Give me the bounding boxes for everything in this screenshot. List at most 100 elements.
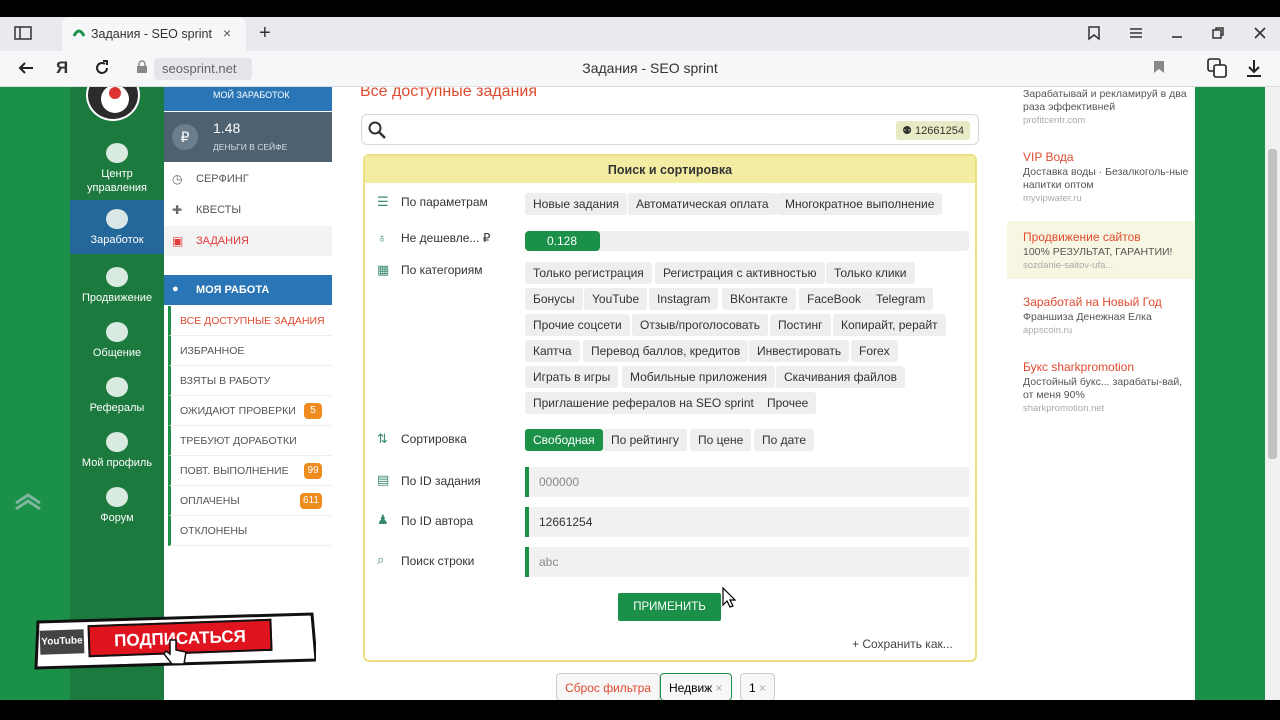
nav-chat[interactable]: Общение bbox=[70, 318, 164, 368]
remove-filter-icon[interactable]: × bbox=[759, 681, 766, 695]
ad-title: VIP Вода bbox=[1023, 150, 1074, 164]
chip-category[interactable]: Мобильные приложения bbox=[622, 366, 775, 388]
author-id-input[interactable]: 12661254 bbox=[525, 507, 969, 537]
menu-item-quests[interactable]: ✚ КВЕСТЫ bbox=[164, 195, 332, 225]
youtube-subscribe-overlay[interactable]: YouTube ПОДПИСАТЬСЯ bbox=[34, 612, 316, 670]
sort-rating[interactable]: По рейтингу bbox=[603, 429, 687, 451]
nav-profile[interactable]: Мой профиль bbox=[70, 428, 164, 478]
chip-category[interactable]: Только регистрация bbox=[525, 262, 652, 284]
sub-item-rejected[interactable]: ОТКЛОНЕНЫ bbox=[168, 516, 332, 546]
apply-button[interactable]: ПРИМЕНИТЬ bbox=[618, 593, 721, 621]
chip-category[interactable]: Инвестировать bbox=[749, 340, 850, 362]
save-as-link[interactable]: + Сохранить как... bbox=[852, 637, 953, 651]
chip-category[interactable]: Скачивания файлов bbox=[776, 366, 906, 388]
chip-category[interactable]: Играть в игры bbox=[525, 366, 619, 388]
close-window-icon[interactable] bbox=[1252, 25, 1268, 46]
price-slider-fill[interactable]: 0.128 bbox=[525, 231, 600, 251]
new-tab-icon[interactable]: + bbox=[259, 22, 271, 45]
my-earnings-bar[interactable]: МОЙ ЗАРАБОТОК bbox=[164, 87, 332, 111]
collapse-chevron-icon[interactable] bbox=[14, 489, 42, 513]
ad-url: appscoin.ru bbox=[1023, 325, 1073, 336]
chip-category[interactable]: ВКонтакте bbox=[722, 288, 796, 310]
chip-multiple[interactable]: Многократное выполнение bbox=[777, 193, 943, 215]
chip-category[interactable]: Telegram bbox=[868, 288, 934, 310]
reload-icon[interactable] bbox=[93, 59, 111, 82]
chip-category[interactable]: Прочее bbox=[759, 392, 817, 414]
sub-item-repeat[interactable]: ПОВТ. ВЫПОЛНЕНИЕ 99 bbox=[168, 456, 332, 486]
sort-free[interactable]: Свободная bbox=[525, 429, 603, 451]
my-work-label: МОЯ РАБОТА bbox=[196, 284, 270, 296]
nav-control-center[interactable]: Центр управления bbox=[70, 139, 164, 194]
chip-new-tasks[interactable]: Новые задания bbox=[525, 193, 628, 215]
price-slider[interactable]: 0.128 bbox=[525, 231, 969, 251]
task-search-bar[interactable]: ⚉ 12661254 bbox=[361, 114, 979, 145]
ad-block[interactable]: Букс sharkpromotion Достойный букс... за… bbox=[1023, 361, 1189, 415]
referrals-icon bbox=[106, 377, 128, 397]
sub-item-paid[interactable]: ОПЛАЧЕНЫ 611 bbox=[168, 486, 332, 516]
chip-category[interactable]: FaceBook bbox=[799, 288, 870, 310]
sub-item-all-tasks[interactable]: ВСЕ ДОСТУПНЫЕ ЗАДАНИЯ bbox=[168, 306, 332, 336]
sort-date[interactable]: По дате bbox=[754, 429, 815, 451]
task-id-input[interactable]: 000000 bbox=[525, 467, 969, 497]
sub-item-awaiting-check[interactable]: ОЖИДАЮТ ПРОВЕРКИ 5 bbox=[168, 396, 332, 426]
sub-item-needs-rework[interactable]: ТРЕБУЮТ ДОРАБОТКИ bbox=[168, 426, 332, 456]
restore-icon[interactable] bbox=[1210, 25, 1226, 46]
user-id-badge[interactable]: ⚉ 12661254 bbox=[896, 121, 970, 140]
yandex-icon[interactable]: Я bbox=[56, 58, 68, 78]
chip-category[interactable]: Постинг bbox=[770, 314, 831, 336]
chip-category[interactable]: Каптча bbox=[525, 340, 580, 362]
chip-category[interactable]: Прочие соцсети bbox=[525, 314, 630, 336]
menu-icon[interactable] bbox=[1128, 25, 1144, 46]
sub-item-in-progress[interactable]: ВЗЯТЫ В РАБОТУ bbox=[168, 366, 332, 396]
minimize-icon[interactable] bbox=[1169, 25, 1185, 46]
scrollbar-thumb[interactable] bbox=[1268, 149, 1277, 459]
control-center-icon bbox=[106, 143, 128, 163]
nav-referrals[interactable]: Рефералы bbox=[70, 373, 164, 423]
browser-tab[interactable]: Задания - SEO sprint × bbox=[62, 17, 246, 51]
chip-category[interactable]: Перевод баллов, кредитов bbox=[583, 340, 749, 362]
chip-category[interactable]: YouTube bbox=[584, 288, 648, 310]
lock-icon[interactable] bbox=[136, 60, 148, 79]
url-field[interactable]: seosprint.net bbox=[154, 58, 252, 80]
download-icon[interactable] bbox=[1245, 58, 1263, 83]
back-icon[interactable] bbox=[17, 59, 35, 82]
ad-block[interactable]: Заработай на Новый Год Франшиза Денежная… bbox=[1023, 296, 1189, 337]
nav-promotion[interactable]: Продвижение bbox=[70, 263, 164, 313]
menu-item-tasks[interactable]: ▣ ЗАДАНИЯ bbox=[164, 226, 332, 256]
ad-block[interactable]: Продвижение сайтов 100% РЕЗУЛЬТАТ, ГАРАН… bbox=[1023, 231, 1189, 272]
briefcase-icon: ▣ bbox=[172, 234, 184, 248]
sidebar-toggle-icon[interactable] bbox=[14, 25, 32, 46]
chip-category[interactable]: Копирайт, рерайт bbox=[833, 314, 946, 336]
close-tab-icon[interactable]: × bbox=[223, 25, 231, 41]
string-search-input[interactable]: abc bbox=[525, 547, 969, 577]
sub-item-favorites[interactable]: ИЗБРАННОЕ bbox=[168, 336, 332, 366]
page-scrollbar[interactable] bbox=[1265, 87, 1280, 700]
ad-block[interactable]: VIP Вода Доставка воды · Безалкоголь-ные… bbox=[1023, 151, 1189, 205]
chip-category[interactable]: Forex bbox=[851, 340, 898, 362]
filter-chip-one[interactable]: 1 × bbox=[740, 673, 776, 700]
chip-category[interactable]: Бонусы bbox=[525, 288, 583, 310]
money-bag-icon: ♁ bbox=[377, 230, 387, 245]
chip-category[interactable]: Только клики bbox=[826, 262, 915, 284]
chip-category[interactable]: Instagram bbox=[649, 288, 719, 310]
reset-filter-button[interactable]: Сброс фильтра bbox=[556, 673, 660, 700]
avatar[interactable] bbox=[86, 87, 140, 121]
bookmarks-icon[interactable] bbox=[1086, 25, 1102, 46]
chip-auto-payment[interactable]: Автоматическая оплата bbox=[628, 193, 777, 215]
bookmark-page-icon[interactable] bbox=[1153, 60, 1165, 79]
sort-price[interactable]: По цене bbox=[690, 429, 752, 451]
filter-chip-realty[interactable]: Недвиж × bbox=[660, 673, 732, 700]
ruble-icon: ₽ bbox=[172, 124, 198, 150]
safe-balance[interactable]: ₽ 1.48 ДЕНЬГИ В СЕЙФЕ bbox=[164, 112, 332, 162]
chip-category[interactable]: Приглашение рефералов на SEO sprint bbox=[525, 392, 762, 414]
menu-item-surfing[interactable]: ◷ СЕРФИНГ bbox=[164, 164, 332, 194]
ad-block[interactable]: Зарабатывай и рекламируй в два раза эффе… bbox=[1023, 88, 1189, 127]
chip-category[interactable]: Отзыв/проголосовать bbox=[632, 314, 769, 336]
chip-category[interactable]: Регистрация с активностью bbox=[655, 262, 825, 284]
translate-icon[interactable] bbox=[1206, 57, 1228, 84]
nav-earnings[interactable]: Заработок bbox=[70, 200, 164, 254]
nav-forum[interactable]: Форум bbox=[70, 483, 164, 533]
remove-filter-icon[interactable]: × bbox=[716, 681, 723, 695]
my-work-header[interactable]: ● МОЯ РАБОТА bbox=[164, 275, 332, 305]
search-icon[interactable] bbox=[368, 121, 386, 139]
